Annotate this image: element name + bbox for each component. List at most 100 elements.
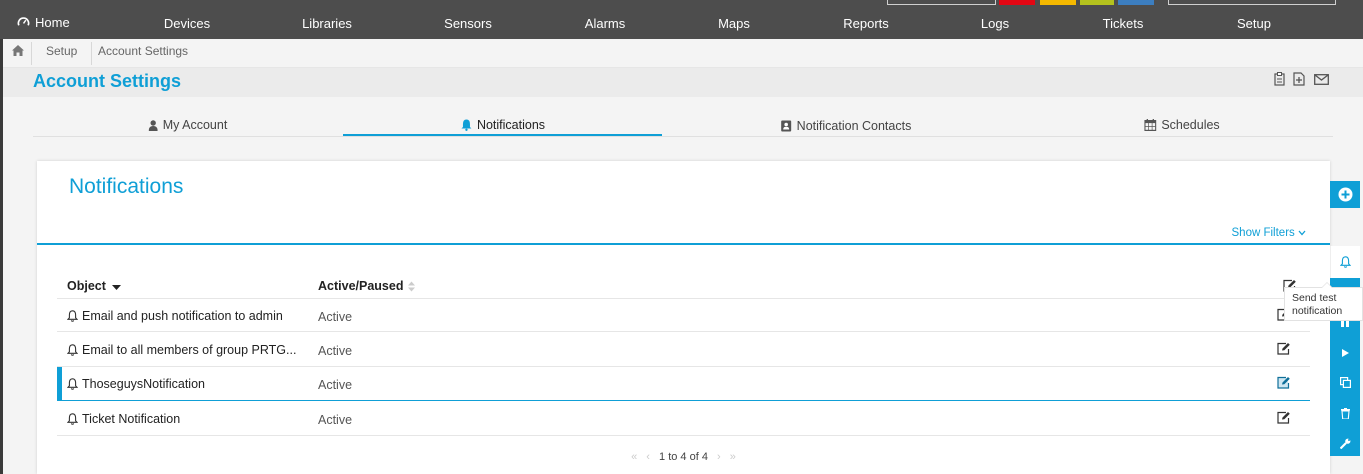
user-menu-box[interactable] <box>1168 0 1336 5</box>
user-icon <box>148 119 158 131</box>
nav-logs[interactable]: Logs <box>981 16 1009 31</box>
breadcrumb-separator <box>31 42 32 65</box>
table-row-selected[interactable]: ThoseguysNotification Active <box>57 367 1310 401</box>
add-button[interactable] <box>1330 181 1360 208</box>
status-box-warning[interactable] <box>1040 0 1076 5</box>
delete-button[interactable] <box>1330 402 1360 424</box>
tab-label: Notifications <box>476 118 546 132</box>
clone-icon <box>1339 376 1351 388</box>
notification-link[interactable]: Email to all members of group PRTG... <box>67 343 296 357</box>
active-tab-indicator <box>343 134 662 136</box>
nav-devices[interactable]: Devices <box>164 16 210 31</box>
show-filters-label: Show Filters <box>1231 227 1295 239</box>
column-header-status[interactable]: Active/Paused <box>318 279 416 293</box>
column-header-label: Active/Paused <box>318 279 404 293</box>
nav-setup[interactable]: Setup <box>1237 16 1271 31</box>
nav-libraries[interactable]: Libraries <box>302 16 352 31</box>
table-row[interactable]: Ticket Notification Active <box>57 402 1310 436</box>
envelope-icon[interactable] <box>1314 74 1329 85</box>
notification-link[interactable]: ThoseguysNotification <box>67 377 205 391</box>
status-box-paused[interactable] <box>1118 0 1154 5</box>
tab-my-account[interactable]: My Account <box>148 118 228 132</box>
notification-link[interactable]: Ticket Notification <box>67 412 180 426</box>
wrench-icon <box>1339 438 1350 449</box>
bell-icon <box>67 344 78 356</box>
status-text: Active <box>318 310 353 324</box>
tab-notifications[interactable]: Notifications <box>461 118 545 132</box>
status-text: Active <box>318 413 353 427</box>
status-text: Active <box>318 378 353 392</box>
first-page-icon[interactable]: « <box>631 451 637 463</box>
table-row[interactable]: Email and push notification to admin Act… <box>57 298 1310 332</box>
notification-name: Ticket Notification <box>82 412 181 426</box>
gauge-icon <box>17 17 30 26</box>
plus-circle-icon <box>1338 187 1352 202</box>
address-book-icon <box>781 120 792 132</box>
notification-name: Email to all members of group PRTG... <box>82 343 297 357</box>
breadcrumb-current: Account Settings <box>98 44 189 58</box>
notification-link[interactable]: Email and push notification to admin <box>67 309 283 323</box>
show-filters-link[interactable]: Show Filters <box>1232 227 1306 239</box>
tab-label: Schedules <box>1161 118 1220 132</box>
pagination: « ‹ 1 to 4 of 4 › » <box>37 451 1330 463</box>
tab-label: My Account <box>162 118 228 132</box>
trash-icon <box>1340 407 1350 419</box>
resume-button[interactable] <box>1330 342 1360 364</box>
calendar-icon <box>1144 119 1157 131</box>
clone-button[interactable] <box>1330 371 1360 393</box>
page-title: Account Settings <box>33 71 182 91</box>
bell-icon <box>1340 256 1351 268</box>
nav-tickets[interactable]: Tickets <box>1103 16 1144 31</box>
table-row[interactable]: Email to all members of group PRTG... Ac… <box>57 333 1310 367</box>
nav-alarms[interactable]: Alarms <box>585 16 625 31</box>
nav-maps[interactable]: Maps <box>718 16 750 31</box>
chevron-down-icon <box>1298 230 1306 236</box>
panel-divider <box>37 243 1330 245</box>
tooltip: Send test notification <box>1284 282 1363 321</box>
notification-name: Email and push notification to admin <box>82 309 283 323</box>
top-nav-bar: Home Devices Libraries Sensors Alarms Ma… <box>0 0 1363 39</box>
panel-title: Notifications <box>69 175 184 198</box>
next-page-icon[interactable]: › <box>717 451 721 463</box>
tab-label: Notification Contacts <box>796 119 912 133</box>
breadcrumb: Setup Account Settings <box>3 39 1363 68</box>
breadcrumb-setup[interactable]: Setup <box>46 44 77 58</box>
home-icon[interactable] <box>12 45 24 56</box>
nav-sensors[interactable]: Sensors <box>444 16 492 31</box>
pagination-label: 1 to 4 of 4 <box>659 451 708 463</box>
column-header-label: Object <box>67 279 106 293</box>
tab-schedules[interactable]: Schedules <box>1144 118 1220 132</box>
edit-icon[interactable] <box>1277 342 1291 355</box>
nav-home[interactable]: Home <box>17 15 70 30</box>
sort-icon <box>408 281 416 291</box>
page-header: Account Settings <box>3 68 1363 97</box>
settings-button[interactable] <box>1330 432 1360 454</box>
tooltip-line: notification <box>1292 305 1343 317</box>
tooltip-line: Send test <box>1292 292 1337 304</box>
bell-icon <box>67 413 78 425</box>
status-text: Active <box>318 344 353 358</box>
clipboard-icon[interactable] <box>1274 72 1285 86</box>
last-page-icon[interactable]: » <box>730 451 736 463</box>
notification-name: ThoseguysNotification <box>82 377 205 391</box>
status-box-down[interactable] <box>999 0 1035 5</box>
nav-home-label: Home <box>35 15 70 30</box>
tab-bar: My Account Notifications Notification Co… <box>33 116 1333 137</box>
bell-icon <box>67 378 78 390</box>
notifications-panel: Notifications Show Filters Object Active… <box>37 161 1330 474</box>
play-icon <box>1341 349 1349 357</box>
breadcrumb-separator <box>91 42 92 65</box>
edit-icon[interactable] <box>1277 411 1291 424</box>
send-test-notification-button[interactable] <box>1330 246 1360 278</box>
tab-notification-contacts[interactable]: Notification Contacts <box>781 119 912 133</box>
nav-reports[interactable]: Reports <box>843 16 889 31</box>
prev-page-icon[interactable]: ‹ <box>646 451 650 463</box>
sort-desc-icon <box>111 284 121 290</box>
bell-icon <box>461 119 472 131</box>
status-box-unusual[interactable] <box>1080 0 1114 5</box>
new-document-icon[interactable] <box>1293 72 1305 86</box>
bell-icon <box>67 310 78 322</box>
column-header-object[interactable]: Object <box>67 279 121 293</box>
edit-icon[interactable] <box>1277 376 1291 389</box>
search-field[interactable] <box>887 0 996 5</box>
